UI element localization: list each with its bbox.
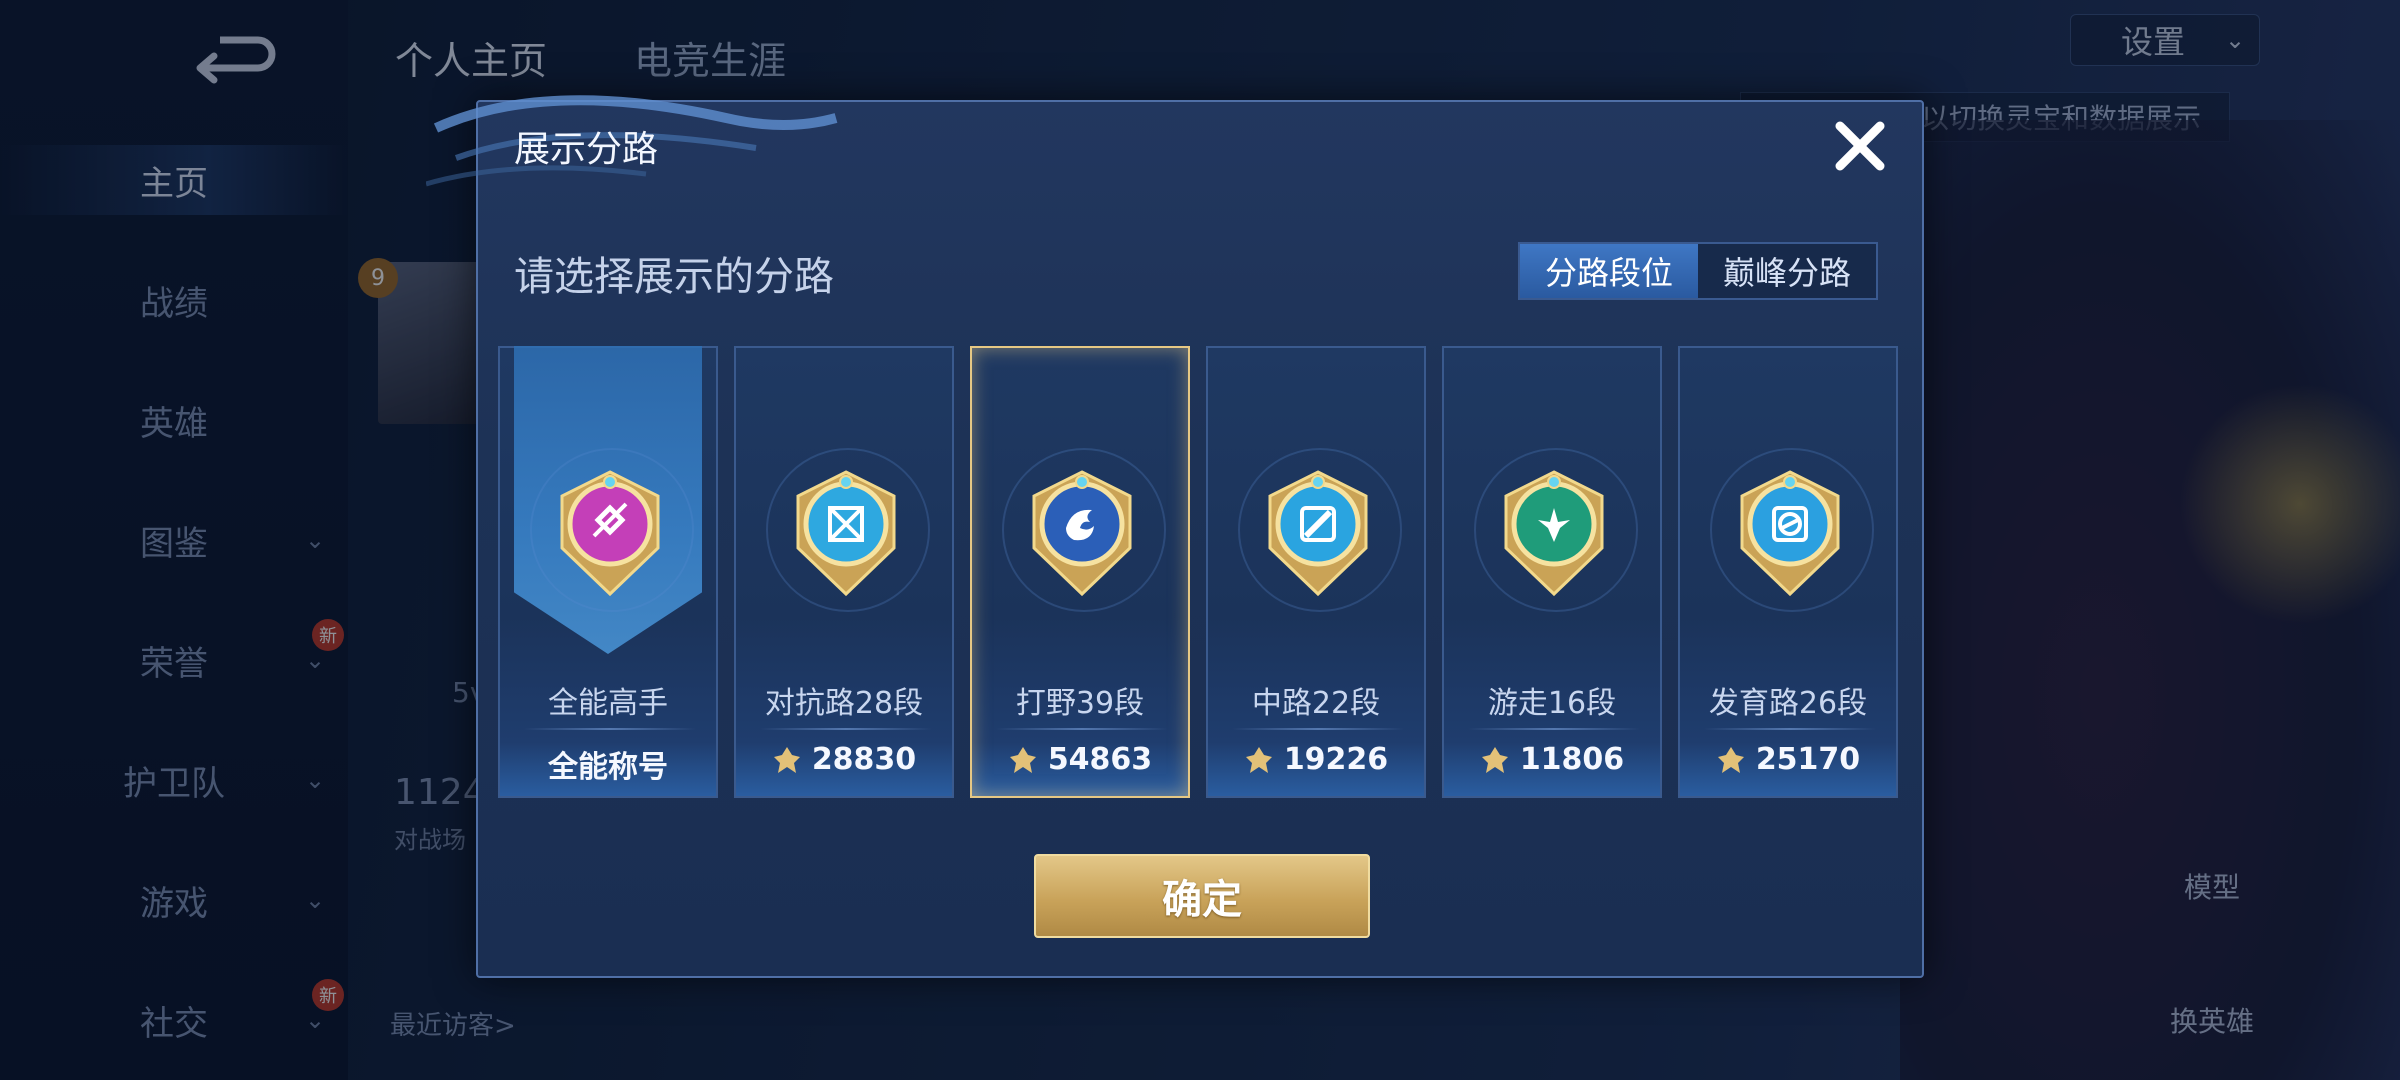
farm-lane-medal-icon [1740,470,1840,597]
lane-label: 发育路26段 [1708,686,1868,721]
mid-lane-medal-icon [1268,470,1368,597]
lane-card[interactable]: 中路22段 19226 [1206,346,1426,798]
card-divider [760,728,932,730]
card-divider [1232,728,1404,730]
lane-label: 中路22段 [1251,686,1381,721]
lane-score-value: 19226 [1283,742,1389,777]
lane-score: 11806 [1444,742,1660,777]
card-divider [996,728,1168,730]
dialog-subtitle: 请选择展示的分路 [514,254,834,300]
lane-score-value: 54863 [1047,742,1153,777]
dialog-title: 展示分路 [514,129,659,170]
lane-score-value: 全能称号 [548,750,668,785]
tab-peak-lane[interactable]: 巅峰分路 [1698,244,1876,298]
confirm-button[interactable]: 确定 [1034,854,1370,938]
lane-score-value: 28830 [811,742,917,777]
lane-card[interactable]: 游走16段 11806 [1442,346,1662,798]
lane-score: 54863 [972,742,1188,777]
clash-lane-medal-icon [796,470,896,597]
lane-label: 全能高手 [548,686,668,721]
lane-card[interactable]: 打野39段 54863 [970,346,1190,798]
jungle-medal-icon [1032,470,1132,597]
all-round-medal-icon [560,470,660,597]
lane-label: 打野39段 [1015,686,1145,721]
rank-points-icon [773,746,800,773]
lane-card[interactable]: 全能高手 全能称号 [498,346,718,798]
close-icon[interactable] [1828,114,1892,178]
lane-score: 25170 [1680,742,1896,777]
lane-card[interactable]: 对抗路28段 28830 [734,346,954,798]
rank-points-icon [1481,746,1508,773]
rank-points-icon [1009,746,1036,773]
lane-label: 对抗路28段 [764,686,924,721]
card-divider [1704,728,1876,730]
card-divider [1468,728,1640,730]
rank-points-icon [1245,746,1272,773]
lane-score-value: 25170 [1755,742,1861,777]
lane-score-value: 11806 [1519,742,1625,777]
card-divider [524,728,696,730]
lane-mode-toggle: 分路段位 巅峰分路 [1518,242,1878,300]
rank-points-icon [1717,746,1744,773]
lane-display-dialog: 展示分路 请选择展示的分路 分路段位 巅峰分路 全能高手 全能称号 对抗路28段 28… [426,95,1924,978]
roam-medal-icon [1504,470,1604,597]
tab-lane-rank[interactable]: 分路段位 [1520,244,1698,298]
lane-score: 28830 [736,742,952,777]
lane-label: 游走16段 [1487,686,1617,721]
lane-score: 全能称号 [500,742,716,786]
lane-score: 19226 [1208,742,1424,777]
lane-card-list: 全能高手 全能称号 对抗路28段 28830 打野39段 54863 中路22段 19226 游… [498,346,1908,798]
lane-card[interactable]: 发育路26段 25170 [1678,346,1898,798]
